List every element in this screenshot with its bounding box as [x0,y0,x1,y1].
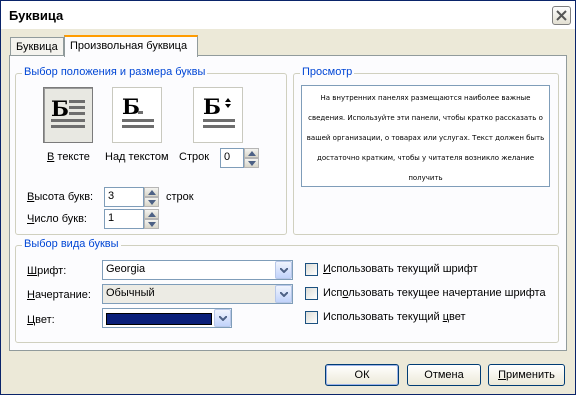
lines-value: 0 [224,151,231,163]
ok-button[interactable]: ОК [325,364,399,386]
lines-spin-down[interactable] [244,158,259,168]
arrow-down-icon [148,222,156,227]
tab-custom-dropcap[interactable]: Произвольная буквица [64,35,198,57]
style-value: Обычный [106,287,155,299]
font-select[interactable]: Georgia [102,260,293,280]
apply-button[interactable]: Применить [488,364,565,386]
position-lines-label: Строк [179,151,210,163]
preview-legend: Просмотр [300,66,355,78]
arrow-up-icon [248,151,256,156]
color-select[interactable] [102,308,232,328]
count-label: Число букв: [27,213,87,225]
height-unit-label: строк [166,191,194,203]
font-value: Georgia [106,263,146,275]
count-spin-up[interactable] [144,209,159,219]
preview-box: На внутренних панелях размещаются наибол… [301,85,550,187]
count-spinner [144,209,159,229]
height-spin-up[interactable] [144,187,159,197]
color-label: Цвет: [27,314,55,326]
use-current-style-label: Использовать текущее начертание шрифта [323,287,546,299]
use-current-style-checkbox[interactable] [305,287,318,300]
svg-text:Б: Б [51,96,69,121]
height-label: Высота букв: [27,191,94,203]
height-spinner [144,187,159,207]
title-bar: Буквица [1,1,575,29]
lines-spinner [244,148,259,168]
color-dropdown-button[interactable] [214,309,231,327]
tab-dropcap-label: Буквица [16,41,58,53]
position-in-text-label: В тексте [47,151,90,163]
cancel-button[interactable]: Отмена [407,364,481,386]
dropcap-lines-icon: Б [203,94,235,128]
preview-text: На внутренних панелях размещаются наибол… [306,94,545,182]
close-button[interactable] [552,6,571,25]
tab-custom-dropcap-label: Произвольная буквица [70,40,188,52]
count-value: 1 [108,212,115,224]
chevron-down-icon [280,292,288,297]
dropcap-in-text-icon: Б [51,96,85,128]
lines-spin-input[interactable]: 0 [220,148,244,168]
use-current-color-checkbox[interactable] [305,311,318,324]
apply-label: Применить [498,369,555,381]
ok-label: ОК [354,369,370,381]
position-size-legend: Выбор положения и размера буквы [22,66,208,78]
style-dropdown-button[interactable] [275,285,292,303]
chevron-down-icon [280,268,288,273]
use-current-color-label: Использовать текущий цвет [323,311,466,323]
use-current-font-label: Использовать текущий шрифт [323,263,478,275]
letter-style-legend: Выбор вида буквы [22,238,121,250]
height-input[interactable]: 3 [104,187,144,207]
svg-text:Б: Б [122,94,140,119]
dropcap-above-text-icon: Б [122,94,154,128]
position-above-text-label: Над текстом [105,151,169,163]
dialog-window: Буквица Буквица Произвольная буквица Выб… [0,0,576,395]
use-current-font-checkbox[interactable] [305,263,318,276]
cancel-label: Отмена [424,369,464,381]
font-label: Шрифт: [27,265,67,277]
style-select[interactable]: Обычный [102,284,293,304]
count-spin-down[interactable] [144,219,159,229]
position-in-text-button[interactable]: Б [43,87,93,143]
tab-dropcap[interactable]: Буквица [10,37,64,57]
lines-spin-up[interactable] [244,148,259,158]
count-input[interactable]: 1 [104,209,144,229]
position-lines-button[interactable]: Б [193,87,243,143]
window-title: Буквица [9,8,64,23]
close-icon [556,10,567,21]
height-spin-down[interactable] [144,197,159,207]
arrow-down-icon [248,161,256,166]
position-above-text-button[interactable]: Б [112,87,162,143]
arrow-up-icon [148,190,156,195]
chevron-down-icon [219,316,227,321]
arrow-down-icon [148,200,156,205]
svg-text:Б: Б [203,94,221,119]
font-dropdown-button[interactable] [275,261,292,279]
color-swatch [106,313,212,325]
height-value: 3 [108,190,115,202]
arrow-up-icon [148,212,156,217]
style-label: Начертание: [27,289,91,301]
